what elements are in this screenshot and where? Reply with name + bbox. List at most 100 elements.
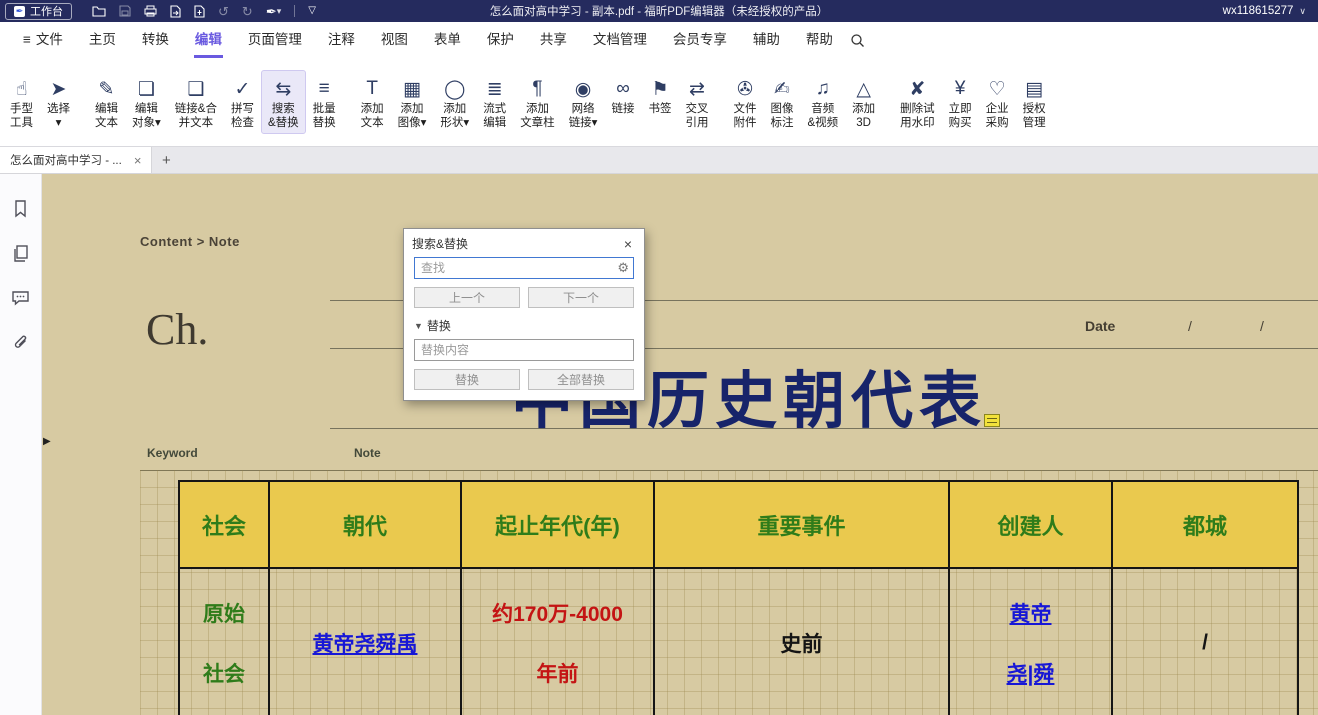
table-header-dynasty: 朝代: [270, 482, 462, 569]
pen-tool-icon[interactable]: ✒▾: [266, 5, 281, 18]
tool-remove-trial-watermark[interactable]: ✘删除试用水印: [893, 70, 942, 134]
tool-hand[interactable]: ☝手型工具: [3, 70, 40, 134]
tool-add-article[interactable]: ¶添加文章柱: [513, 70, 562, 134]
tool-label: 文件: [733, 102, 756, 116]
replace-button[interactable]: 替换: [414, 369, 520, 390]
founder-link[interactable]: 黄帝: [1010, 598, 1052, 628]
document-tab[interactable]: 怎么面对高中学习 - ... ×: [0, 147, 152, 173]
tool-link[interactable]: ∞链接: [604, 70, 641, 134]
table-cell-society: 原始 社会: [180, 569, 270, 715]
tool-label: 搜索: [272, 102, 295, 116]
table-cell-capital: /: [1113, 569, 1297, 715]
menu-view[interactable]: 视图: [368, 22, 421, 58]
image-annotation-icon: ✍: [774, 76, 790, 102]
replace-section-toggle[interactable]: ▼ 替换: [414, 317, 634, 334]
create-doc-icon[interactable]: [194, 5, 205, 18]
tool-label: 图像▾: [398, 116, 427, 130]
tool-label: 文本: [95, 116, 118, 130]
tool-add-shape[interactable]: ◯添加形状▾: [433, 70, 476, 134]
menu-member[interactable]: 会员专享: [660, 22, 740, 58]
tool-image-annotation[interactable]: ✍图像标注: [763, 70, 800, 134]
search-icon[interactable]: [850, 33, 865, 48]
menu-home[interactable]: 主页: [76, 22, 129, 58]
tool-edit-text[interactable]: ✎编辑文本: [88, 70, 125, 134]
menu-page-manage[interactable]: 页面管理: [235, 22, 315, 58]
bookmark-icon: ⚑: [651, 76, 668, 102]
find-next-button[interactable]: 下一个: [528, 287, 634, 308]
menu-help[interactable]: 帮助: [793, 22, 846, 58]
search-options-gear-icon[interactable]: ⚙: [617, 260, 629, 276]
tool-search-replace[interactable]: ⇆搜索&替换: [261, 70, 306, 134]
tool-bookmark[interactable]: ⚑书签: [641, 70, 678, 134]
dynasty-link[interactable]: 黄帝尧舜禹: [313, 628, 418, 658]
tab-close-icon[interactable]: ×: [134, 153, 142, 168]
tool-select[interactable]: ➤选择▾: [40, 70, 77, 134]
tool-flow-edit[interactable]: ≣流式编辑: [476, 70, 513, 134]
tool-spell-check[interactable]: ✓拼写检查: [224, 70, 261, 134]
open-file-icon[interactable]: [92, 5, 106, 17]
menu-file[interactable]: ≡文件: [10, 22, 76, 58]
tool-label: 链接: [611, 102, 634, 116]
find-input[interactable]: [414, 257, 634, 279]
tool-file-attachment[interactable]: ✇文件附件: [726, 70, 763, 134]
comments-panel-icon[interactable]: [11, 288, 31, 308]
tool-edit-object[interactable]: ❏编辑对象▾: [125, 70, 168, 134]
collapse-toolbar-icon[interactable]: ▽: [308, 6, 316, 16]
workspace-button[interactable]: ✒ 工作台: [5, 3, 72, 20]
breadcrumb: Content > Note: [140, 234, 240, 249]
table-cell-dynasty: 黄帝尧舜禹: [270, 569, 462, 715]
tool-buy-now[interactable]: ¥立即购买: [942, 70, 979, 134]
cross-reference-icon: ⇄: [689, 76, 705, 102]
redo-icon[interactable]: ↻: [242, 5, 253, 18]
dynasty-table: 社会 朝代 起止年代(年) 重要事件 创建人 都城 原始 社会 黄帝尧舜禹 约1…: [178, 480, 1299, 715]
dialog-close-icon[interactable]: ×: [620, 236, 636, 252]
founder-link[interactable]: 尧|舜: [1007, 658, 1055, 688]
print-icon[interactable]: [144, 5, 157, 17]
edit-object-icon: ❏: [138, 76, 155, 102]
tool-label: 对象▾: [132, 116, 161, 130]
tool-batch-replace[interactable]: ≡批量替换: [306, 70, 343, 134]
document-page[interactable]: ▶ Content > Note Ch. Date / / 中国历史朝代表 Ke…: [42, 174, 1318, 715]
tool-cross-reference[interactable]: ⇄交叉引用: [678, 70, 715, 134]
panel-collapse-handle[interactable]: ▶: [43, 436, 51, 447]
tool-label: 并文本: [179, 116, 214, 130]
tool-label: 删除试: [900, 102, 935, 116]
replace-input[interactable]: [414, 339, 634, 361]
tool-link-merge-text[interactable]: ❑链接&合并文本: [168, 70, 224, 134]
pages-panel-icon[interactable]: [11, 243, 31, 263]
table-header-events: 重要事件: [655, 482, 950, 569]
tool-label: 网络: [572, 102, 595, 116]
menu-edit[interactable]: 编辑: [182, 22, 235, 58]
tool-enterprise-purchase[interactable]: ♡企业采购: [979, 70, 1016, 134]
tool-add-text[interactable]: T添加文本: [354, 70, 391, 134]
search-replace-icon: ⇆: [275, 76, 291, 102]
menu-convert[interactable]: 转换: [129, 22, 182, 58]
menu-form[interactable]: 表单: [421, 22, 474, 58]
tool-label: 企业: [986, 102, 1009, 116]
comment-annotation-icon[interactable]: [984, 414, 1000, 427]
bookmarks-panel-icon[interactable]: [11, 198, 31, 218]
undo-icon[interactable]: ↺: [218, 5, 229, 18]
tool-label: 工具: [10, 116, 33, 130]
menu-protect[interactable]: 保护: [474, 22, 527, 58]
capital-text: /: [1202, 631, 1208, 655]
menu-share[interactable]: 共享: [527, 22, 580, 58]
new-tab-button[interactable]: +: [152, 147, 180, 173]
save-icon[interactable]: [119, 5, 131, 17]
account-menu[interactable]: wx118615277 ∨: [1223, 5, 1306, 17]
find-previous-button[interactable]: 上一个: [414, 287, 520, 308]
menu-comment[interactable]: 注释: [315, 22, 368, 58]
tool-add-3d[interactable]: △添加3D: [845, 70, 882, 134]
tool-web-link[interactable]: ◉网络链接▾: [562, 70, 605, 134]
attachments-panel-icon[interactable]: [11, 333, 31, 353]
menu-assist[interactable]: 辅助: [740, 22, 793, 58]
tool-audio-video[interactable]: ♫音频&视频: [800, 70, 845, 134]
replace-all-button[interactable]: 全部替换: [528, 369, 634, 390]
workspace-label: 工作台: [30, 3, 63, 19]
menu-doc-manage[interactable]: 文档管理: [580, 22, 660, 58]
export-doc-icon[interactable]: [170, 5, 181, 18]
tool-license-manage[interactable]: ▤授权管理: [1016, 70, 1053, 134]
tool-label: 书签: [648, 102, 671, 116]
tool-label: 用水印: [900, 116, 935, 130]
tool-add-image[interactable]: ▦添加图像▾: [391, 70, 434, 134]
